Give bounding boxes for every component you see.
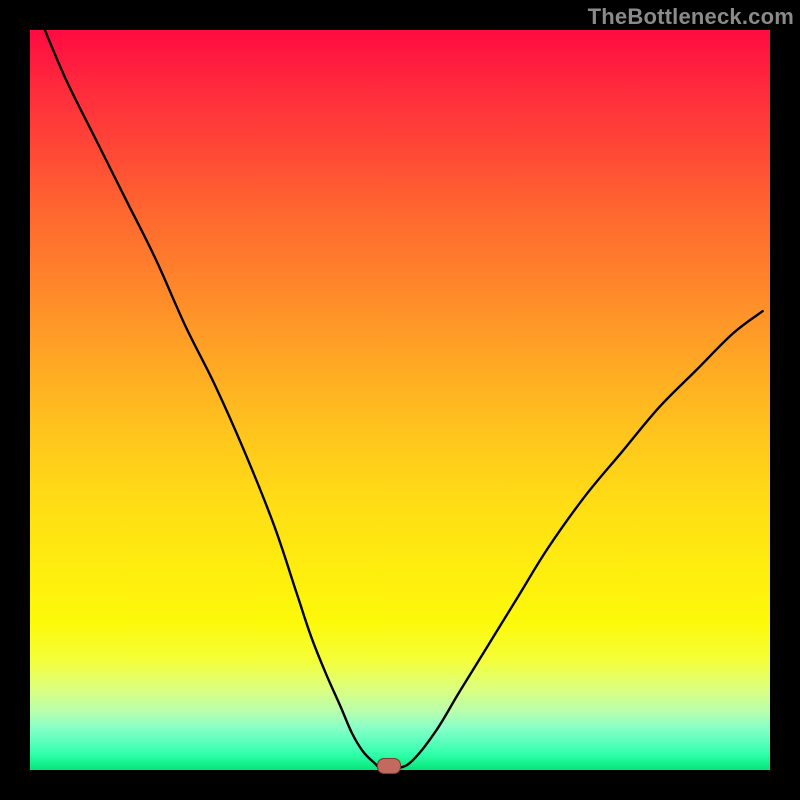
curve-svg [30,30,770,770]
plot-area [30,30,770,770]
bottleneck-curve [45,30,763,769]
chart-frame: TheBottleneck.com [0,0,800,800]
optimal-marker [377,758,401,774]
watermark-text: TheBottleneck.com [588,4,794,30]
